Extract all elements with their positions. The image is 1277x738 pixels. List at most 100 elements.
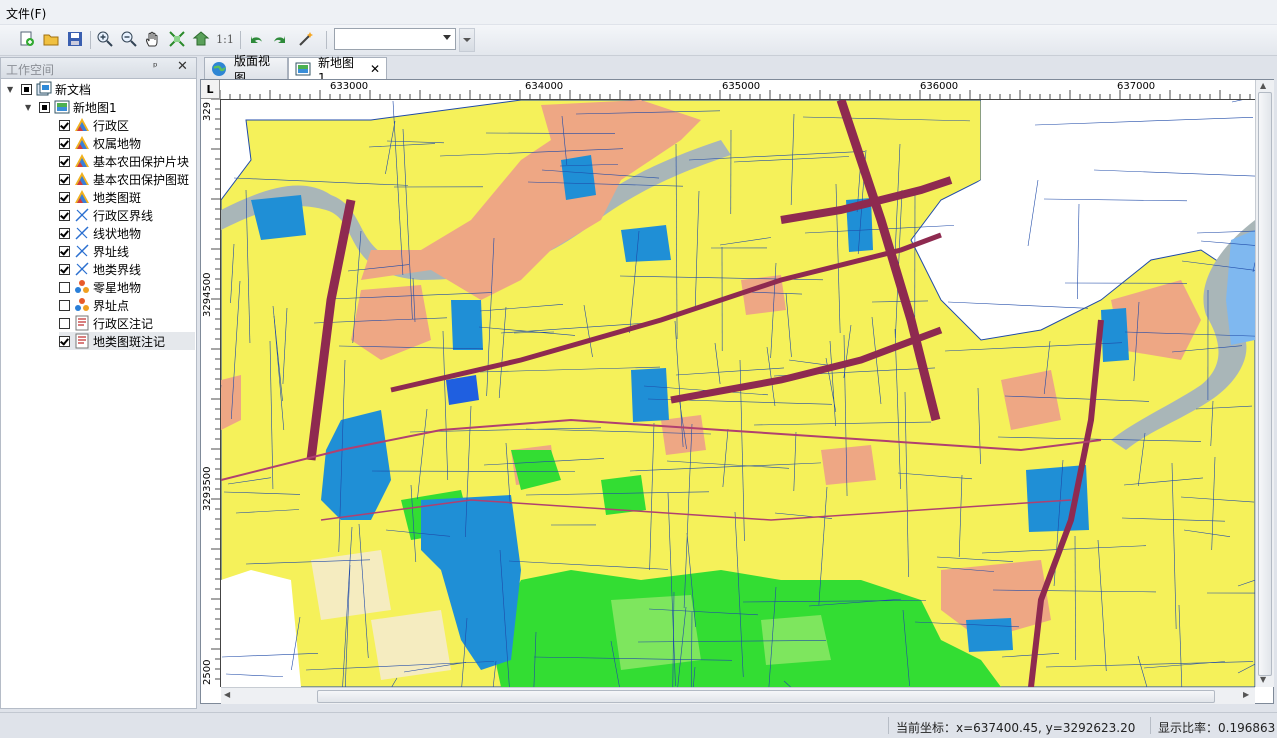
polygon-layer-icon bbox=[74, 171, 90, 187]
layer-row[interactable]: 地类图斑 bbox=[59, 188, 195, 206]
layer-row[interactable]: 行政区界线 bbox=[59, 206, 195, 224]
scroll-up-icon[interactable]: ▲ bbox=[1260, 81, 1266, 90]
status-separator bbox=[1150, 717, 1151, 734]
vertical-scroll-thumb[interactable] bbox=[1258, 92, 1272, 676]
save-icon[interactable] bbox=[65, 29, 85, 49]
layer-row[interactable]: 地类界线 bbox=[59, 260, 195, 278]
water-body bbox=[966, 618, 1013, 652]
layer-visibility-checkbox[interactable] bbox=[59, 192, 70, 203]
horizontal-scrollbar[interactable]: ◀ ▶ bbox=[221, 687, 1255, 704]
map-icon bbox=[54, 99, 70, 115]
layer-row[interactable]: 行政区注记 bbox=[59, 314, 195, 332]
pin-icon[interactable]: ᵖ bbox=[153, 60, 158, 73]
toolbar-separator bbox=[240, 31, 241, 49]
pan-icon[interactable] bbox=[143, 29, 163, 49]
water-body bbox=[451, 300, 483, 350]
menu-file[interactable]: 文件(F) bbox=[6, 5, 46, 22]
collapse-icon[interactable]: ▼ bbox=[25, 103, 35, 112]
layer-row[interactable]: 权属地物 bbox=[59, 134, 195, 152]
root-checkbox[interactable] bbox=[21, 84, 32, 95]
layer-row[interactable]: 线状地物 bbox=[59, 224, 195, 242]
ruler-top-label: 636000 bbox=[920, 81, 958, 92]
redo-icon[interactable] bbox=[270, 29, 290, 49]
ruler-left-label: 329 bbox=[202, 102, 213, 121]
status-scale: 显示比率：0.196863 bbox=[1158, 719, 1275, 736]
toolbar: 1:1 bbox=[0, 25, 1277, 56]
point-layer-icon bbox=[74, 279, 90, 295]
layer-row[interactable]: 基本农田保护图斑 bbox=[59, 170, 195, 188]
layer-visibility-checkbox[interactable] bbox=[59, 282, 70, 293]
tab-layout-view[interactable]: 版面视图 bbox=[204, 57, 288, 79]
water-body bbox=[631, 368, 669, 422]
vertical-scrollbar[interactable]: ▲ ▼ bbox=[1255, 80, 1274, 687]
layer-visibility-checkbox[interactable] bbox=[59, 138, 70, 149]
toolbar-overflow-button[interactable] bbox=[459, 28, 475, 52]
close-icon[interactable]: ✕ bbox=[177, 59, 188, 74]
construction-land bbox=[661, 415, 706, 455]
zoom-in-icon[interactable] bbox=[95, 29, 115, 49]
water-body bbox=[621, 225, 671, 262]
horizontal-scroll-thumb[interactable] bbox=[317, 690, 1215, 703]
workspace-header: 工作空间 ᵖ ✕ bbox=[1, 58, 196, 79]
tab-map1[interactable]: 新地图1 ✕ bbox=[288, 57, 387, 80]
scroll-left-icon[interactable]: ◀ bbox=[224, 690, 230, 699]
annotation-layer-icon bbox=[74, 315, 90, 331]
layer-row[interactable]: 行政区 bbox=[59, 116, 195, 134]
layer-label: 基本农田保护片块 bbox=[93, 153, 189, 170]
ruler-left-label: 3293500 bbox=[202, 466, 213, 511]
map-canvas[interactable] bbox=[221, 100, 1255, 687]
status-bar: 当前坐标：x=637400.45, y=3292623.20 显示比率：0.19… bbox=[0, 712, 1277, 738]
refresh-icon[interactable] bbox=[191, 29, 211, 49]
collapse-icon[interactable]: ▼ bbox=[7, 85, 17, 94]
layer-visibility-checkbox[interactable] bbox=[59, 300, 70, 311]
magic-wand-icon[interactable] bbox=[296, 29, 316, 49]
polygon-layer-icon bbox=[74, 117, 90, 133]
layer-row[interactable]: 界址线 bbox=[59, 242, 195, 260]
workspace-panel: 工作空间 ᵖ ✕ ▼ 新文档 ▼ 新地图1 行政区权属地物基本农田保护片块基本农… bbox=[0, 57, 197, 709]
layer-label: 行政区界线 bbox=[93, 207, 153, 224]
layer-visibility-checkbox[interactable] bbox=[59, 120, 70, 131]
layer-label: 线状地物 bbox=[93, 225, 141, 242]
line-layer-icon bbox=[74, 261, 90, 277]
layer-visibility-checkbox[interactable] bbox=[59, 174, 70, 185]
chevron-down-icon bbox=[443, 35, 451, 40]
layer-visibility-checkbox[interactable] bbox=[59, 264, 70, 275]
scale-dropdown[interactable] bbox=[334, 28, 456, 50]
layer-row[interactable]: 地类图斑注记 bbox=[59, 332, 195, 350]
one-to-one[interactable]: 1:1 bbox=[215, 29, 235, 49]
layer-label: 界址点 bbox=[93, 297, 129, 314]
ruler-horizontal: 633000 634000 635000 636000 637000 bbox=[220, 80, 1255, 100]
layer-row[interactable]: 零星地物 bbox=[59, 278, 195, 296]
ruler-top-label: 633000 bbox=[330, 81, 368, 92]
layer-label: 权属地物 bbox=[93, 135, 141, 152]
water-body bbox=[1101, 308, 1129, 362]
toolbar-separator bbox=[326, 31, 327, 49]
layer-visibility-checkbox[interactable] bbox=[59, 156, 70, 167]
map-label: 新地图1 bbox=[73, 99, 117, 116]
layer-row[interactable]: 基本农田保护片块 bbox=[59, 152, 195, 170]
ruler-unit-button[interactable]: L bbox=[201, 80, 220, 99]
tree-root-document[interactable]: ▼ 新文档 bbox=[7, 80, 91, 98]
layer-visibility-checkbox[interactable] bbox=[59, 246, 70, 257]
layer-visibility-checkbox[interactable] bbox=[59, 318, 70, 329]
scroll-right-icon[interactable]: ▶ bbox=[1243, 690, 1249, 699]
construction-land bbox=[821, 445, 876, 485]
unmapped-area bbox=[221, 570, 301, 687]
scroll-down-icon[interactable]: ▼ bbox=[1260, 675, 1266, 684]
tree-map-node[interactable]: ▼ 新地图1 bbox=[25, 98, 117, 116]
layer-row[interactable]: 界址点 bbox=[59, 296, 195, 314]
undo-icon[interactable] bbox=[246, 29, 266, 49]
open-icon[interactable] bbox=[41, 29, 61, 49]
globe-icon bbox=[211, 61, 227, 77]
new-layer-icon[interactable] bbox=[17, 29, 37, 49]
polygon-layer-icon bbox=[74, 153, 90, 169]
close-icon[interactable]: ✕ bbox=[370, 62, 380, 76]
full-extent-icon[interactable] bbox=[167, 29, 187, 49]
status-separator bbox=[888, 717, 889, 734]
layer-label: 地类界线 bbox=[93, 261, 141, 278]
layer-visibility-checkbox[interactable] bbox=[59, 210, 70, 221]
map-checkbox[interactable] bbox=[39, 102, 50, 113]
layer-visibility-checkbox[interactable] bbox=[59, 336, 70, 347]
layer-visibility-checkbox[interactable] bbox=[59, 228, 70, 239]
zoom-out-icon[interactable] bbox=[119, 29, 139, 49]
